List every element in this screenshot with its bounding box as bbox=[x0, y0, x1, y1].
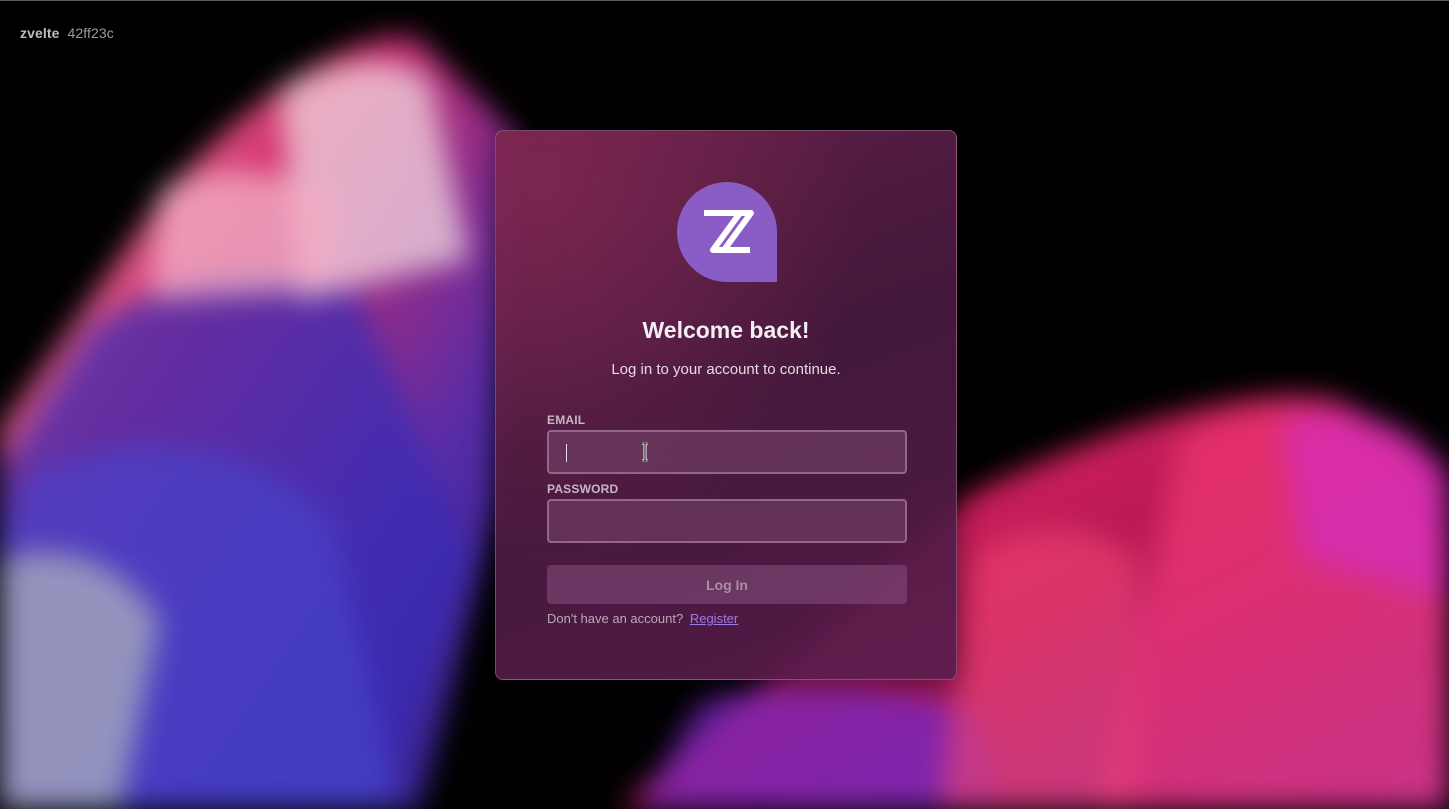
window-top-border bbox=[0, 0, 1449, 1]
app-brand: zvelte 42ff23c bbox=[20, 25, 114, 41]
text-caret bbox=[566, 444, 567, 462]
login-button[interactable]: Log In bbox=[547, 565, 907, 604]
register-link[interactable]: Register bbox=[690, 611, 738, 626]
welcome-subtitle: Log in to your account to continue. bbox=[611, 361, 841, 378]
register-row: Don't have an account? Register bbox=[547, 611, 738, 626]
ibeam-cursor-icon bbox=[642, 442, 648, 462]
email-label: EMAIL bbox=[547, 413, 586, 427]
welcome-title: Welcome back! bbox=[642, 317, 810, 343]
build-hash: 42ff23c bbox=[67, 25, 114, 41]
login-card: Welcome back! Log in to your account to … bbox=[495, 130, 957, 680]
login-screen: zvelte 42ff23c Welcome back! Log in to y… bbox=[0, 0, 1449, 809]
password-field[interactable] bbox=[547, 499, 907, 543]
zvelte-logo-icon bbox=[677, 182, 777, 282]
email-field[interactable] bbox=[547, 430, 907, 474]
password-label: PASSWORD bbox=[547, 482, 619, 496]
register-prompt: Don't have an account? bbox=[547, 611, 684, 626]
app-name: zvelte bbox=[20, 25, 60, 41]
